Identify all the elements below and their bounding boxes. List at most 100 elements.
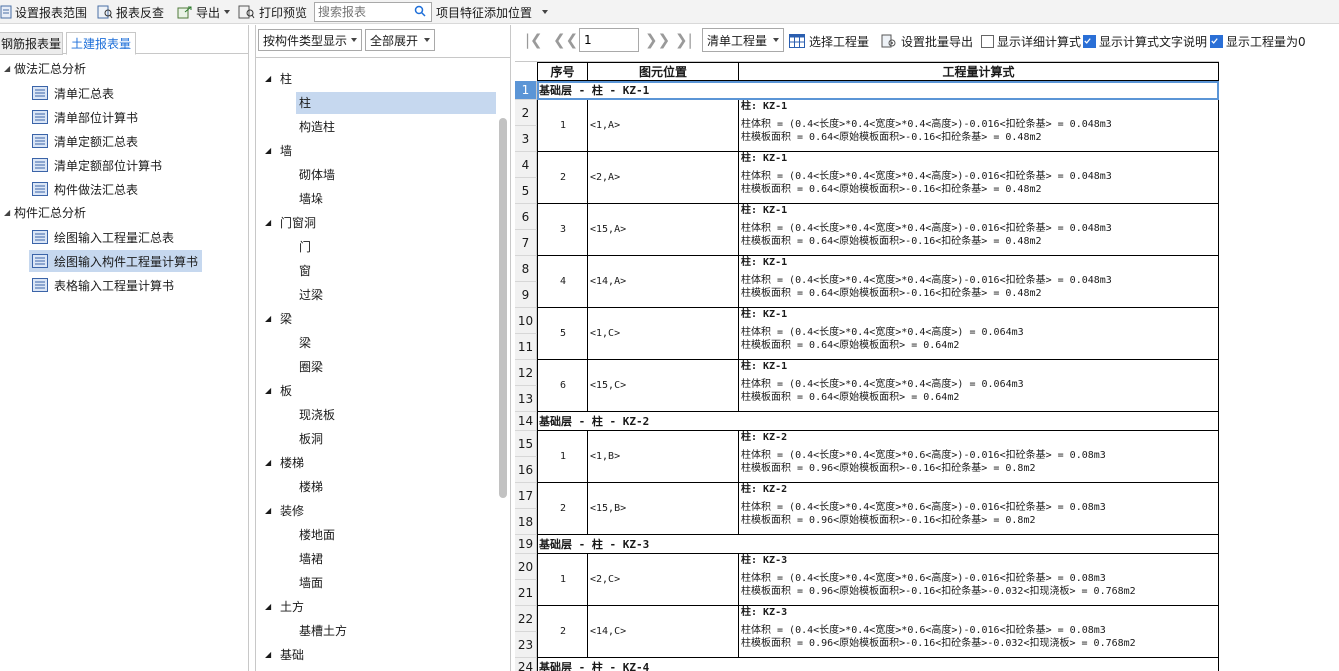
tree-leaf-cast-slab[interactable]: 现浇板 — [296, 404, 335, 426]
row-number[interactable]: 2 — [515, 100, 537, 126]
row-number[interactable]: 8 — [515, 256, 537, 282]
page-number-input[interactable] — [579, 28, 639, 52]
expand-mode-select[interactable]: 全部展开 — [365, 29, 435, 51]
feature-position-dropdown[interactable]: 项目特征添加位置 — [436, 3, 549, 21]
cell-formula[interactable]: 柱: KZ-1 柱体积 = (0.4<长度>*0.4<宽度>*0.4<高度>)-0… — [738, 204, 1219, 256]
row-number[interactable]: 3 — [515, 126, 537, 152]
previous-page-icon[interactable]: ❮❮ — [553, 31, 578, 49]
tree-leaf-column[interactable]: 柱 — [296, 92, 496, 114]
row-number[interactable]: 23 — [515, 632, 537, 658]
expand-arrow-icon[interactable]: ◢ — [265, 212, 271, 234]
cell-formula[interactable]: 柱: KZ-2 柱体积 = (0.4<长度>*0.4<宽度>*0.6<高度>)-0… — [738, 431, 1219, 483]
cell-location[interactable]: <15,C> — [587, 360, 739, 412]
row-number[interactable]: 1 — [515, 81, 537, 100]
expand-arrow-icon[interactable]: ◢ — [265, 644, 271, 666]
tree-leaf-ring-beam[interactable]: 圈梁 — [296, 356, 323, 378]
show-detail-formula-checkbox[interactable]: 显示详细计算式 — [981, 32, 1081, 50]
tree-leaf-stairs[interactable]: 楼梯 — [296, 476, 323, 498]
expand-arrow-icon[interactable]: ◢ — [265, 308, 271, 330]
checkbox-unchecked-icon[interactable] — [981, 34, 994, 48]
report-item-drawing-summary[interactable]: 绘图输入工程量汇总表 — [29, 226, 178, 248]
print-preview-button[interactable]: 打印预览 — [238, 3, 307, 21]
row-number[interactable]: 20 — [515, 554, 537, 580]
section-band[interactable]: 基础层 - 柱 - KZ-3 — [537, 535, 1219, 554]
report-check-button[interactable]: 报表反查 — [97, 3, 164, 21]
report-item-component-practice[interactable]: 构件做法汇总表 — [29, 178, 142, 200]
report-item-bill-summary[interactable]: 清单汇总表 — [29, 82, 118, 104]
expand-arrow-icon[interactable]: ◢ — [265, 452, 271, 474]
cell-location[interactable]: <15,A> — [587, 204, 739, 256]
first-page-icon[interactable]: |❮ — [525, 31, 543, 49]
tree-leaf-masonry-wall[interactable]: 砌体墙 — [296, 164, 335, 186]
report-item-bill-quota-location[interactable]: 清单定额部位计算书 — [29, 154, 166, 176]
tree-leaf-trench-earthwork[interactable]: 基槽土方 — [296, 620, 347, 642]
tree-leaf-dado[interactable]: 墙裙 — [296, 548, 323, 570]
expand-arrow-icon[interactable]: ◢ — [4, 202, 10, 224]
tree-leaf-floor[interactable]: 楼地面 — [296, 524, 335, 546]
cell-location[interactable]: <1,B> — [587, 431, 739, 483]
report-item-bill-quota-summary[interactable]: 清单定额汇总表 — [29, 130, 142, 152]
cell-seq[interactable]: 6 — [537, 360, 588, 412]
report-item-bill-location[interactable]: 清单部位计算书 — [29, 106, 142, 128]
cell-formula[interactable]: 柱: KZ-2 柱体积 = (0.4<长度>*0.4<宽度>*0.6<高度>)-0… — [738, 483, 1219, 535]
cell-seq[interactable]: 2 — [537, 152, 588, 204]
tree-leaf-slab-hole[interactable]: 板洞 — [296, 428, 323, 450]
expand-arrow-icon[interactable]: ◢ — [265, 380, 271, 402]
row-number[interactable]: 10 — [515, 308, 537, 334]
report-item-table-calc[interactable]: 表格输入工程量计算书 — [29, 274, 178, 296]
cell-location[interactable]: <1,A> — [587, 100, 739, 152]
cell-formula[interactable]: 柱: KZ-1 柱体积 = (0.4<长度>*0.4<宽度>*0.4<高度>) =… — [738, 308, 1219, 360]
cell-seq[interactable]: 4 — [537, 256, 588, 308]
row-number[interactable]: 18 — [515, 509, 537, 535]
cell-formula[interactable]: 柱: KZ-1 柱体积 = (0.4<长度>*0.4<宽度>*0.4<高度>)-0… — [738, 100, 1219, 152]
row-number[interactable]: 21 — [515, 580, 537, 606]
row-number[interactable]: 6 — [515, 204, 537, 230]
cell-location[interactable]: <2,C> — [587, 554, 739, 606]
select-quantity-button[interactable]: 选择工程量 — [789, 32, 869, 50]
vertical-scrollbar[interactable] — [499, 118, 507, 498]
display-mode-select[interactable]: 按构件类型显示 — [258, 29, 362, 51]
row-number[interactable]: 24 — [515, 658, 537, 671]
row-number[interactable]: 4 — [515, 152, 537, 178]
show-zero-quantity-checkbox[interactable]: 显示工程量为0 — [1210, 32, 1306, 50]
cell-seq[interactable]: 1 — [537, 431, 588, 483]
cell-seq[interactable]: 3 — [537, 204, 588, 256]
tree-leaf-window[interactable]: 窗 — [296, 260, 311, 282]
export-dropdown[interactable]: 导出 — [177, 3, 231, 21]
expand-arrow-icon[interactable]: ◢ — [265, 140, 271, 162]
expand-arrow-icon[interactable]: ◢ — [265, 68, 271, 90]
cell-location[interactable]: <2,A> — [587, 152, 739, 204]
tree-group-practice-summary[interactable]: ◢ 做法汇总分析 — [0, 58, 240, 80]
tree-leaf-beam[interactable]: 梁 — [296, 332, 311, 354]
cell-formula[interactable]: 柱: KZ-1 柱体积 = (0.4<长度>*0.4<宽度>*0.4<高度>) =… — [738, 360, 1219, 412]
cell-formula[interactable]: 柱: KZ-3 柱体积 = (0.4<长度>*0.4<宽度>*0.6<高度>)-0… — [738, 606, 1219, 658]
cell-seq[interactable]: 2 — [537, 606, 588, 658]
cell-location[interactable]: <14,C> — [587, 606, 739, 658]
report-item-drawing-component-calc[interactable]: 绘图输入构件工程量计算书 — [29, 250, 203, 272]
row-number[interactable]: 13 — [515, 386, 537, 412]
checkbox-checked-icon[interactable] — [1210, 34, 1223, 48]
show-formula-text-checkbox[interactable]: 显示计算式文字说明 — [1083, 32, 1207, 50]
cell-seq[interactable]: 1 — [537, 554, 588, 606]
tree-leaf-constructional-column[interactable]: 构造柱 — [296, 116, 335, 138]
cell-formula[interactable]: 柱: KZ-3 柱体积 = (0.4<长度>*0.4<宽度>*0.6<高度>)-0… — [738, 554, 1219, 606]
quantity-type-select[interactable]: 清单工程量 — [702, 28, 784, 52]
row-number[interactable]: 16 — [515, 457, 537, 483]
row-number[interactable]: 7 — [515, 230, 537, 256]
cell-location[interactable]: <15,B> — [587, 483, 739, 535]
checkbox-checked-icon[interactable] — [1083, 34, 1096, 48]
row-number[interactable]: 14 — [515, 412, 537, 431]
cell-location[interactable]: <1,C> — [587, 308, 739, 360]
row-number[interactable]: 19 — [515, 535, 537, 554]
row-number[interactable]: 15 — [515, 431, 537, 457]
section-band[interactable]: 基础层 - 柱 - KZ-2 — [537, 412, 1219, 431]
tree-leaf-door[interactable]: 门 — [296, 236, 311, 258]
next-page-icon[interactable]: ❯❯ — [645, 31, 670, 49]
cell-seq[interactable]: 2 — [537, 483, 588, 535]
tree-leaf-lintel[interactable]: 过梁 — [296, 284, 323, 306]
expand-arrow-icon[interactable]: ◢ — [265, 596, 271, 618]
section-band[interactable]: 基础层 - 柱 - KZ-4 — [537, 658, 1219, 671]
section-band[interactable]: 基础层 - 柱 - KZ-1 — [537, 81, 1219, 100]
cell-formula[interactable]: 柱: KZ-1 柱体积 = (0.4<长度>*0.4<宽度>*0.4<高度>)-0… — [738, 256, 1219, 308]
row-number[interactable]: 17 — [515, 483, 537, 509]
